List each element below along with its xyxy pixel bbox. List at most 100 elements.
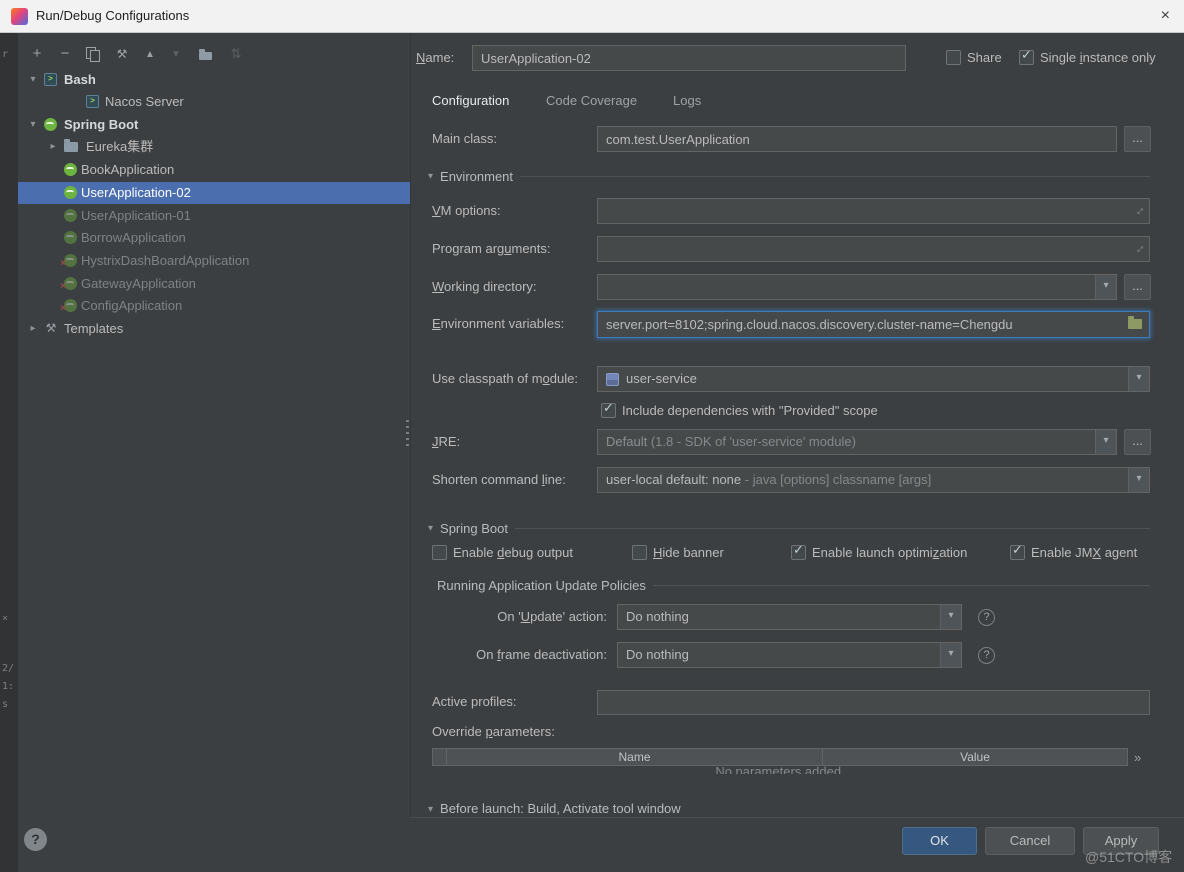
move-down-icon[interactable]: ▼ (165, 43, 187, 65)
help-icon[interactable]: ? (978, 647, 995, 664)
active-profiles-input[interactable] (597, 690, 1150, 715)
spring-boot-icon (64, 209, 77, 222)
chevron-down-icon[interactable]: ▾ (1095, 430, 1116, 454)
add-configuration-button[interactable]: + (26, 43, 48, 65)
browse-folder-icon[interactable] (1128, 319, 1142, 329)
classpath-module-combo[interactable]: user-service ▾ (597, 366, 1150, 392)
help-button[interactable]: ? (24, 828, 47, 851)
environment-section-header[interactable]: ▾ Environment (428, 167, 1150, 185)
spring-boot-section-header[interactable]: ▾ Spring Boot (428, 519, 1150, 537)
program-arguments-input[interactable] (597, 236, 1150, 262)
hide-banner-checkbox[interactable] (632, 545, 647, 560)
sort-configurations-icon[interactable]: ⇅ (225, 43, 247, 65)
tree-item-eureka-cluster[interactable]: ▸ Eureka集群 (18, 136, 410, 158)
jre-combo[interactable]: Default (1.8 - SDK of 'user-service' mod… (597, 429, 1117, 455)
tree-item-hystrixdashboardapplication[interactable]: × HystrixDashBoardApplication (18, 250, 410, 272)
table-empty-text: No parameters added. (432, 764, 1128, 774)
shorten-command-line-combo[interactable]: user-local default: none - java [options… (597, 467, 1150, 493)
edit-defaults-wrench-icon[interactable]: ⚒ (111, 43, 133, 65)
tree-item-userapplication-01[interactable]: UserApplication-01 (18, 205, 410, 227)
chevron-down-icon[interactable]: ▾ (940, 643, 961, 667)
move-up-icon[interactable]: ▲ (139, 43, 161, 65)
remove-configuration-button[interactable]: − (54, 43, 76, 65)
share-checkbox[interactable] (946, 50, 961, 65)
jre-browse-button[interactable]: ... (1124, 429, 1151, 455)
cancel-button[interactable]: Cancel (985, 827, 1075, 855)
hide-banner-label[interactable]: Hide banner (653, 543, 724, 562)
classpath-module-label: Use classpath of module: (432, 366, 578, 392)
copy-configuration-icon[interactable] (82, 43, 104, 65)
error-x-icon: × (60, 259, 66, 269)
configurations-tree-panel: + − ⚒ ▲ ▼ ⇅ ▾ > Bash > Nacos Server ▾ Sp… (18, 33, 410, 818)
working-directory-combo[interactable]: ▾ (597, 274, 1117, 300)
chevron-right-icon[interactable]: ▸ (26, 318, 40, 340)
provided-scope-checkbox-label[interactable]: Include dependencies with "Provided" sco… (622, 401, 878, 420)
enable-jmx-agent-checkbox[interactable]: ✓ (1010, 545, 1025, 560)
table-header-gutter (433, 749, 447, 765)
provided-scope-checkbox[interactable]: ✓ (601, 403, 616, 418)
working-directory-browse-button[interactable]: ... (1124, 274, 1151, 300)
main-class-browse-button[interactable]: ... (1124, 126, 1151, 152)
chevron-right-icon[interactable]: ▸ (46, 136, 60, 158)
enable-jmx-agent-label[interactable]: Enable JMX agent (1031, 543, 1137, 562)
configuration-form-panel: Name: Share ✓ Single instance only Confi… (410, 33, 1184, 818)
shorten-command-line-label: Shorten command line: (432, 467, 566, 493)
error-x-icon: × (60, 304, 66, 314)
bash-icon: > (44, 73, 57, 86)
tab-configuration[interactable]: Configuration (432, 88, 509, 114)
enable-debug-output-label[interactable]: Enable debug output (453, 543, 573, 562)
section-rule (653, 585, 1150, 586)
before-launch-section-header[interactable]: ▾ Before launch: Build, Activate tool wi… (428, 801, 681, 815)
tree-item-borrowapplication[interactable]: BorrowApplication (18, 227, 410, 249)
environment-variables-input[interactable] (597, 311, 1150, 338)
tree-item-nacos-server[interactable]: > Nacos Server (18, 91, 410, 113)
override-parameters-table: Name Value No parameters added. (432, 748, 1128, 774)
table-more-icon[interactable]: » (1134, 750, 1141, 765)
tree-item-bookapplication[interactable]: BookApplication (18, 159, 410, 181)
section-rule (515, 528, 1150, 529)
on-frame-deactivation-label: On frame deactivation: (432, 642, 607, 668)
background-ide-strip: r × 2/ 1: s (0, 33, 18, 872)
chevron-down-icon[interactable]: ▾ (1095, 275, 1116, 299)
enable-debug-output-checkbox[interactable] (432, 545, 447, 560)
enable-launch-optimization-checkbox[interactable]: ✓ (791, 545, 806, 560)
program-arguments-label: Program arguments: (432, 236, 551, 262)
check-icon: ✓ (1012, 542, 1023, 558)
help-icon[interactable]: ? (978, 609, 995, 626)
on-update-action-combo[interactable]: Do nothing ▾ (617, 604, 962, 630)
single-instance-checkbox-label[interactable]: Single instance only (1040, 48, 1156, 67)
active-profiles-label: Active profiles: (432, 689, 517, 715)
name-input[interactable] (472, 45, 906, 71)
ok-button[interactable]: OK (902, 827, 977, 855)
tree-item-spring-boot[interactable]: ▾ Spring Boot (18, 114, 410, 136)
new-folder-icon[interactable] (195, 43, 217, 65)
tree-item-templates[interactable]: ▸ ⚒ Templates (18, 318, 410, 340)
tab-logs[interactable]: Logs (673, 88, 701, 114)
on-frame-deactivation-combo[interactable]: Do nothing ▾ (617, 642, 962, 668)
working-directory-label: Working directory: (432, 274, 537, 300)
tree-item-gatewayapplication[interactable]: × GatewayApplication (18, 273, 410, 295)
spring-boot-icon: × (64, 254, 77, 267)
classpath-module-value: user-service (626, 371, 697, 386)
tree-item-configapplication[interactable]: × ConfigApplication (18, 295, 410, 317)
single-instance-checkbox[interactable]: ✓ (1019, 50, 1034, 65)
override-parameters-label: Override parameters: (432, 722, 555, 742)
share-checkbox-label[interactable]: Share (967, 48, 1002, 67)
chevron-down-icon[interactable]: ▾ (26, 69, 40, 91)
tree-item-bash[interactable]: ▾ > Bash (18, 69, 410, 91)
chevron-down-icon[interactable]: ▾ (1128, 468, 1149, 492)
chevron-down-icon[interactable]: ▾ (940, 605, 961, 629)
apply-button[interactable]: Apply (1083, 827, 1159, 855)
close-icon[interactable]: × (1161, 0, 1170, 32)
chevron-down-icon[interactable]: ▾ (26, 114, 40, 136)
spring-boot-icon (64, 186, 77, 199)
tree-item-userapplication-02[interactable]: UserApplication-02 (18, 182, 410, 204)
main-class-input[interactable] (597, 126, 1117, 152)
tab-code-coverage[interactable]: Code Coverage (546, 88, 637, 114)
shorten-value: user-local default: none (606, 472, 741, 487)
vm-options-input[interactable] (597, 198, 1150, 224)
enable-launch-optimization-label[interactable]: Enable launch optimization (812, 543, 967, 562)
chevron-down-icon[interactable]: ▾ (1128, 367, 1149, 391)
tree-item-label: Eureka集群 (86, 136, 153, 158)
splitter-handle[interactable] (406, 420, 409, 446)
